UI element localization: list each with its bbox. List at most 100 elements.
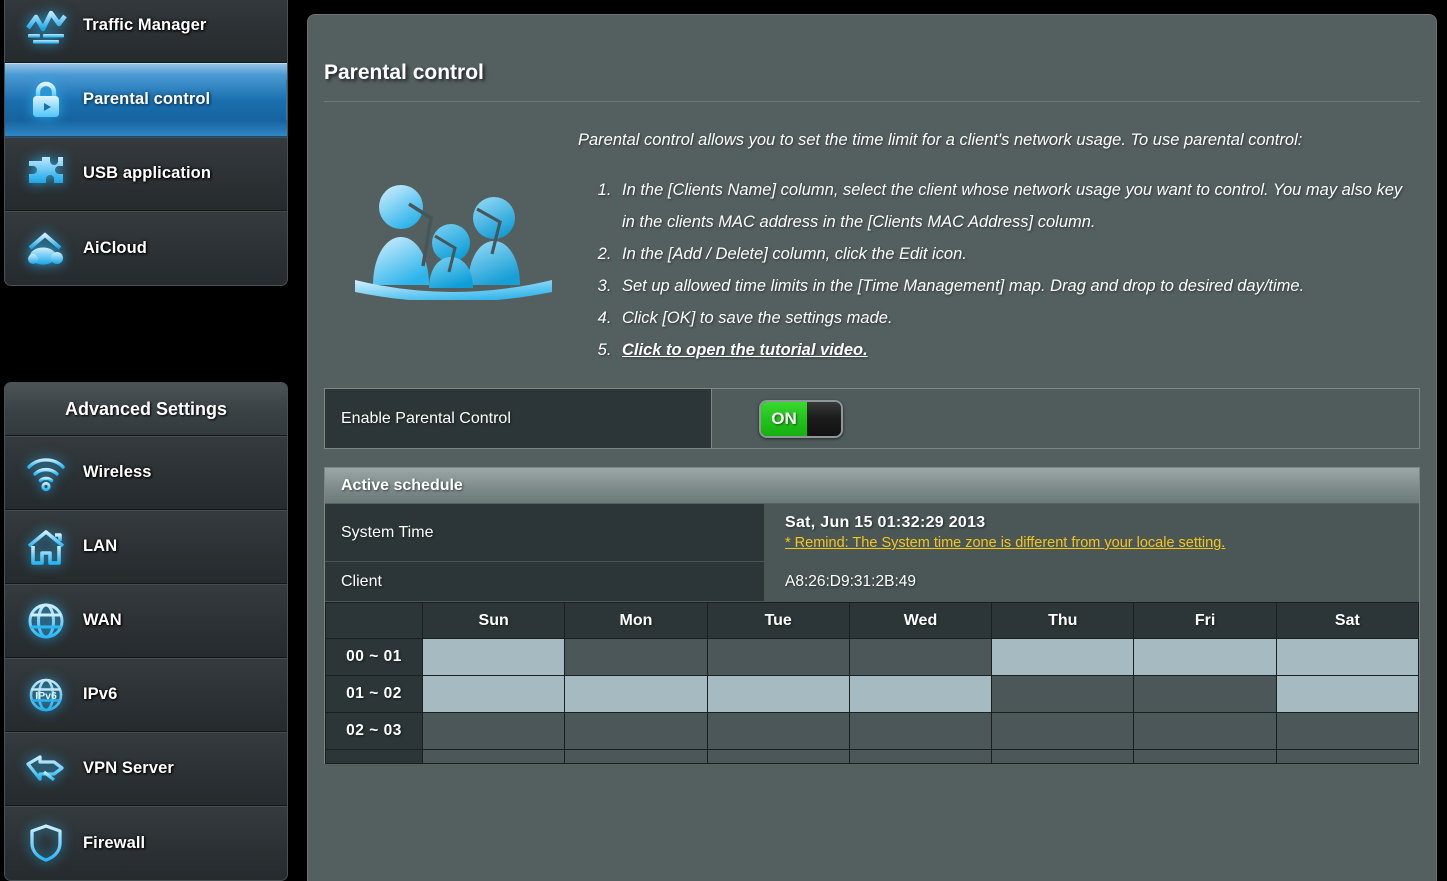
home-icon [15,521,77,573]
sidebar-item-ipv6[interactable]: IPv6 IPv6 [5,658,287,732]
client-value-cell: A8:26:D9:31:2B:49 [765,562,1419,601]
system-time-remind-link[interactable]: * Remind: The System time zone is differ… [785,535,1419,551]
grid-slot-wed-01~02[interactable] [849,676,991,713]
grid-day-header-tue: Tue [707,603,849,639]
vpn-key-icon [15,743,77,795]
grid-day-header-sat: Sat [1276,603,1418,639]
tutorial-video-link[interactable]: Click to open the tutorial video. [622,341,868,359]
intro-section: Parental control allows you to set the t… [308,102,1436,366]
instruction-step: In the [Add / Delete] column, click the … [616,238,1418,270]
main-panel: Parental control [307,14,1437,881]
grid-slot-tue-02~03[interactable] [707,713,849,750]
grid-slot-wed-02~03[interactable] [849,713,991,750]
grid-hour-label: 01 ~ 02 [326,676,423,713]
traffic-manager-icon [15,0,77,52]
grid-row: 01 ~ 02 [326,676,1419,713]
sidebar-item-label: WAN [77,611,122,630]
sidebar-item-lan[interactable]: LAN [5,510,287,584]
grid-slot-partial[interactable] [1276,750,1418,764]
grid-day-header-fri: Fri [1134,603,1276,639]
grid-slot-fri-01~02[interactable] [1134,676,1276,713]
sidebar-item-label: Firewall [77,834,145,853]
grid-hour-label: 00 ~ 01 [326,639,423,676]
sidebar-item-firewall[interactable]: Firewall [5,806,287,880]
enable-parental-control-toggle[interactable]: ON [759,400,843,438]
grid-slot-thu-00~01[interactable] [992,639,1134,676]
enable-parental-control-box: Enable Parental Control ON [324,388,1420,449]
grid-slot-fri-00~01[interactable] [1134,639,1276,676]
sidebar: Guest Network [0,0,292,881]
sidebar-item-label: LAN [77,537,117,556]
lock-icon [15,74,77,126]
grid-slot-partial[interactable] [849,750,991,764]
instruction-step-tutorial: Click to open the tutorial video. [616,334,1418,366]
grid-slot-thu-02~03[interactable] [992,713,1134,750]
grid-slot-sat-01~02[interactable] [1276,676,1418,713]
sidebar-item-label: Wireless [77,463,152,482]
sidebar-item-label: VPN Server [77,759,174,778]
sidebar-item-label: Traffic Manager [77,16,206,35]
grid-day-header-mon: Mon [565,603,707,639]
grid-hour-label: 02 ~ 03 [326,713,423,750]
client-row: Client A8:26:D9:31:2B:49 [325,562,1419,602]
puzzle-icon [15,148,77,200]
system-time-value-cell: Sat, Jun 15 01:32:29 2013 * Remind: The … [765,504,1419,561]
grid-corner-cell [326,603,423,639]
svg-text:IPv6: IPv6 [35,690,57,702]
enable-parental-control-cell: ON [712,389,1419,448]
sidebar-advanced-group: Advanced Settings W [4,382,288,881]
grid-slot-fri-02~03[interactable] [1134,713,1276,750]
cloud-icon [15,222,77,274]
grid-slot-mon-00~01[interactable] [565,639,707,676]
sidebar-item-usb-application[interactable]: USB application [5,137,287,211]
sidebar-item-label: USB application [77,164,211,183]
system-time-label: System Time [325,504,765,561]
grid-slot-sun-00~01[interactable] [423,639,565,676]
sidebar-item-wan[interactable]: WAN [5,584,287,658]
sidebar-item-vpn-server[interactable]: VPN Server [5,732,287,806]
instruction-step: Click [OK] to save the settings made. [616,302,1418,334]
grid-slot-partial[interactable] [707,750,849,764]
instruction-list: In the [Clients Name] column, select the… [616,174,1418,366]
grid-slot-partial[interactable] [423,750,565,764]
sidebar-main-group: Guest Network [4,0,288,286]
grid-slot-tue-00~01[interactable] [707,639,849,676]
grid-slot-tue-01~02[interactable] [707,676,849,713]
intro-text: Parental control allows you to set the t… [578,120,1418,366]
grid-row: 02 ~ 03 [326,713,1419,750]
family-icon [351,180,556,305]
intro-lead: Parental control allows you to set the t… [578,124,1418,156]
grid-slot-partial[interactable] [992,750,1134,764]
grid-day-header-sun: Sun [423,603,565,639]
grid-slot-sat-00~01[interactable] [1276,639,1418,676]
grid-row-partial [326,750,1419,764]
grid-slot-sun-02~03[interactable] [423,713,565,750]
grid-row: 00 ~ 01 [326,639,1419,676]
wifi-icon [15,447,77,499]
toggle-on-label: ON [761,402,807,436]
system-time-row: System Time Sat, Jun 15 01:32:29 2013 * … [325,504,1419,562]
grid-slot-partial[interactable] [1134,750,1276,764]
page-title: Parental control [308,15,1436,85]
sidebar-item-parental-control[interactable]: Parental control [5,63,287,137]
grid-header-row: SunMonTueWedThuFriSat [326,603,1419,639]
grid-slot-thu-01~02[interactable] [992,676,1134,713]
grid-slot-partial[interactable] [565,750,707,764]
grid-day-header-thu: Thu [992,603,1134,639]
active-schedule-header: Active schedule [325,468,1419,504]
time-management-grid: SunMonTueWedThuFriSat 00 ~ 0101 ~ 0202 ~… [325,602,1419,764]
family-illustration-wrap [328,120,578,305]
instruction-step: Set up allowed time limits in the [Time … [616,270,1418,302]
grid-slot-sat-02~03[interactable] [1276,713,1418,750]
toggle-knob[interactable] [807,402,841,436]
grid-slot-sun-01~02[interactable] [423,676,565,713]
grid-hour-label [326,750,423,764]
sidebar-item-traffic-manager[interactable]: Traffic Manager [5,0,287,63]
grid-slot-mon-02~03[interactable] [565,713,707,750]
sidebar-item-label: Parental control [77,90,210,109]
sidebar-item-aicloud[interactable]: AiCloud [5,211,287,285]
grid-slot-mon-01~02[interactable] [565,676,707,713]
grid-slot-wed-00~01[interactable] [849,639,991,676]
sidebar-item-wireless[interactable]: Wireless [5,436,287,510]
sidebar-item-label: AiCloud [77,239,147,258]
